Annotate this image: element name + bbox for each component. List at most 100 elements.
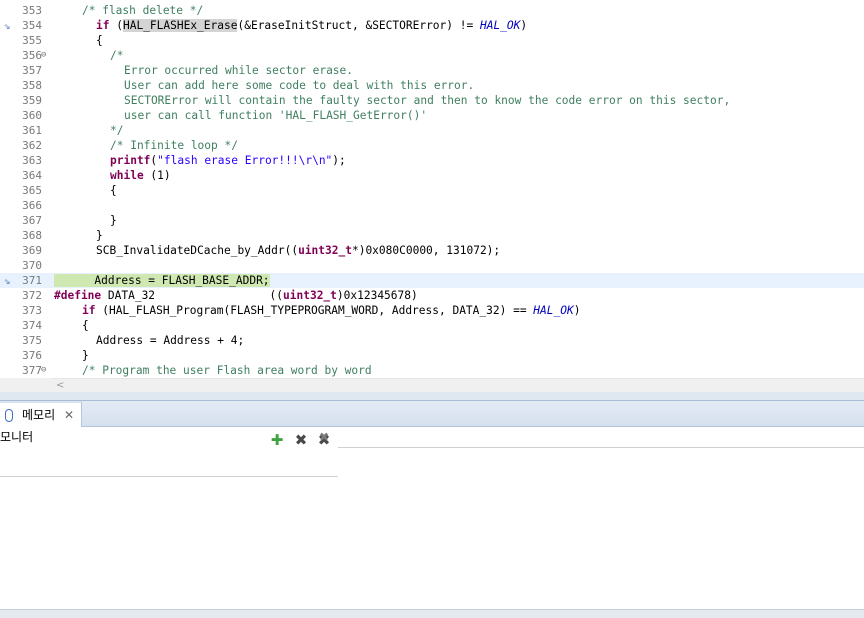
code-line[interactable]: 367}: [0, 213, 864, 228]
code-token: /* Program the user Flash area word by w…: [82, 364, 372, 377]
code-text: while (1): [110, 168, 171, 183]
tab-memory[interactable]: 메모리 ✕: [0, 401, 82, 427]
code-token: (1): [143, 169, 171, 182]
line-number: 357: [22, 64, 42, 77]
code-line[interactable]: ⇘ 371 Address = FLASH_BASE_ADDR;: [0, 273, 864, 288]
horizontal-scrollbar[interactable]: <: [52, 378, 864, 392]
monitors-title: 모니터: [0, 430, 34, 444]
remove-monitor-icon[interactable]: ✖: [292, 431, 310, 449]
code-line[interactable]: 374 {: [0, 318, 864, 333]
scrollbar-corner: [0, 378, 52, 392]
code-token: Error occurred while sector erase.: [124, 64, 354, 77]
line-number: 355: [22, 34, 42, 47]
line-number: 356: [22, 49, 42, 62]
code-line[interactable]: 359 SECTORError will contain the faulty s…: [0, 93, 864, 108]
line-number: 360: [22, 109, 42, 122]
code-line[interactable]: 362 /* Infinite loop */: [0, 138, 864, 153]
code-line[interactable]: 372 #define DATA_32 ((uint32_t)0x12345678…: [0, 288, 864, 303]
code-line[interactable]: 373 if (HAL_FLASH_Program(FLASH_TYPEPROGR…: [0, 303, 864, 318]
code-token: {: [82, 319, 89, 332]
code-token: Address = FLASH_BASE_ADDR;: [54, 274, 270, 287]
tab-memory-label: 메모리: [22, 408, 56, 422]
scroll-left-icon[interactable]: <: [56, 379, 64, 392]
code-text: }: [110, 213, 117, 228]
code-token: HAL_OK: [479, 19, 521, 32]
code-token: /* flash delete */: [82, 4, 204, 17]
code-line[interactable]: 368}: [0, 228, 864, 243]
code-token: SCB_InvalidateDCache_by_Addr((: [96, 244, 299, 257]
code-line[interactable]: 353 /* flash delete */: [0, 3, 864, 18]
code-token: }: [110, 214, 117, 227]
code-token: "flash erase Error!!!\r\n": [157, 154, 333, 167]
code-editor[interactable]: 353 /* flash delete */ ⇘ 354 if (HAL_FLASHEx…: [0, 0, 864, 378]
line-number: 362: [22, 139, 42, 152]
code-text: {: [82, 318, 89, 333]
code-line[interactable]: 366: [0, 198, 864, 213]
code-token: #define: [54, 289, 102, 302]
code-line[interactable]: 369 SCB_InvalidateDCache_by_Addr((uint32_…: [0, 243, 864, 258]
code-line[interactable]: 358 User can add here some code to deal w…: [0, 78, 864, 93]
line-number: 366: [22, 199, 42, 212]
code-text: Address = FLASH_BASE_ADDR;: [54, 273, 270, 288]
code-text: printf("flash erase Error!!!\r\n");: [110, 153, 346, 168]
memory-icon: [5, 409, 13, 422]
code-text: */: [110, 123, 123, 138]
add-monitor-icon[interactable]: ✚: [268, 431, 286, 449]
breakpoint-icon[interactable]: ⇘: [0, 273, 14, 288]
code-token: ): [573, 304, 581, 317]
line-number: 370: [22, 259, 42, 272]
code-line[interactable]: 360 user can call function 'HAL_FLASH_Get…: [0, 108, 864, 123]
line-number: 363: [22, 154, 42, 167]
code-token: }: [82, 349, 89, 362]
code-token: *)0x080C0000, 131072);: [351, 244, 501, 257]
code-line[interactable]: 363 printf("flash erase Error!!!\r\n");: [0, 153, 864, 168]
remove-all-monitors-icon[interactable]: ✖ ✖: [315, 430, 333, 449]
line-number: 371: [22, 274, 42, 287]
code-token: (HAL_FLASH_Program(FLASH_TYPEPROGRAM_WOR…: [95, 304, 534, 317]
code-token: printf: [110, 154, 151, 167]
line-number: 377: [22, 364, 42, 377]
code-line[interactable]: 356 ⊖ /*: [0, 48, 864, 63]
code-token: {: [110, 184, 117, 197]
code-line[interactable]: 357 Error occurred while sector erase.: [0, 63, 864, 78]
code-token: );: [332, 154, 346, 167]
code-token: /*: [110, 49, 124, 62]
code-line[interactable]: 361 */: [0, 123, 864, 138]
line-number: 365: [22, 184, 42, 197]
code-line[interactable]: 376}: [0, 348, 864, 363]
code-line[interactable]: ⇘ 354 if (HAL_FLASHEx_Erase(&EraseInitStru…: [0, 18, 864, 33]
code-text: user can call function 'HAL_FLASH_GetErr…: [124, 108, 427, 123]
fold-toggle-icon[interactable]: ⊖: [41, 363, 46, 378]
code-token: (&EraseInitStruct, &SECTORError) !=: [237, 19, 480, 32]
line-number: 369: [22, 244, 42, 257]
divider: [338, 447, 864, 448]
code-line[interactable]: 370: [0, 258, 864, 273]
view-tab-bar: 메모리 ✕: [0, 401, 864, 427]
bookmark-icon[interactable]: ⇘: [0, 18, 14, 33]
code-line[interactable]: 375 Address = Address + 4;: [0, 333, 864, 348]
line-number: 364: [22, 169, 42, 182]
code-line[interactable]: 355 {: [0, 33, 864, 48]
code-token: SECTORError will contain the faulty sect…: [124, 94, 731, 107]
line-number: 368: [22, 229, 42, 242]
code-text: /* flash delete */: [82, 3, 203, 18]
code-token: if: [82, 304, 96, 317]
code-token: while: [110, 169, 144, 182]
code-line[interactable]: 377 ⊖ /* Program the user Flash area word …: [0, 363, 864, 378]
code-text: #define DATA_32 ((uint32_t)0x12345678): [54, 288, 418, 303]
code-token: User can add here some code to deal with…: [124, 79, 475, 92]
line-number: 354: [22, 19, 42, 32]
code-token: )0x12345678): [336, 289, 418, 302]
code-text: if (HAL_FLASHEx_Erase(&EraseInitStruct, …: [96, 18, 527, 33]
line-number: 374: [22, 319, 42, 332]
line-number: 358: [22, 79, 42, 92]
code-text: {: [96, 33, 103, 48]
close-icon[interactable]: ✕: [64, 407, 74, 423]
code-text: SCB_InvalidateDCache_by_Addr((uint32_t*)…: [96, 243, 500, 258]
line-number: 359: [22, 94, 42, 107]
code-text: SECTORError will contain the faulty sect…: [124, 93, 730, 108]
fold-toggle-icon[interactable]: ⊖: [41, 48, 46, 63]
code-line[interactable]: 364 while (1): [0, 168, 864, 183]
code-line[interactable]: 365 {: [0, 183, 864, 198]
view-sash[interactable]: [0, 392, 864, 400]
